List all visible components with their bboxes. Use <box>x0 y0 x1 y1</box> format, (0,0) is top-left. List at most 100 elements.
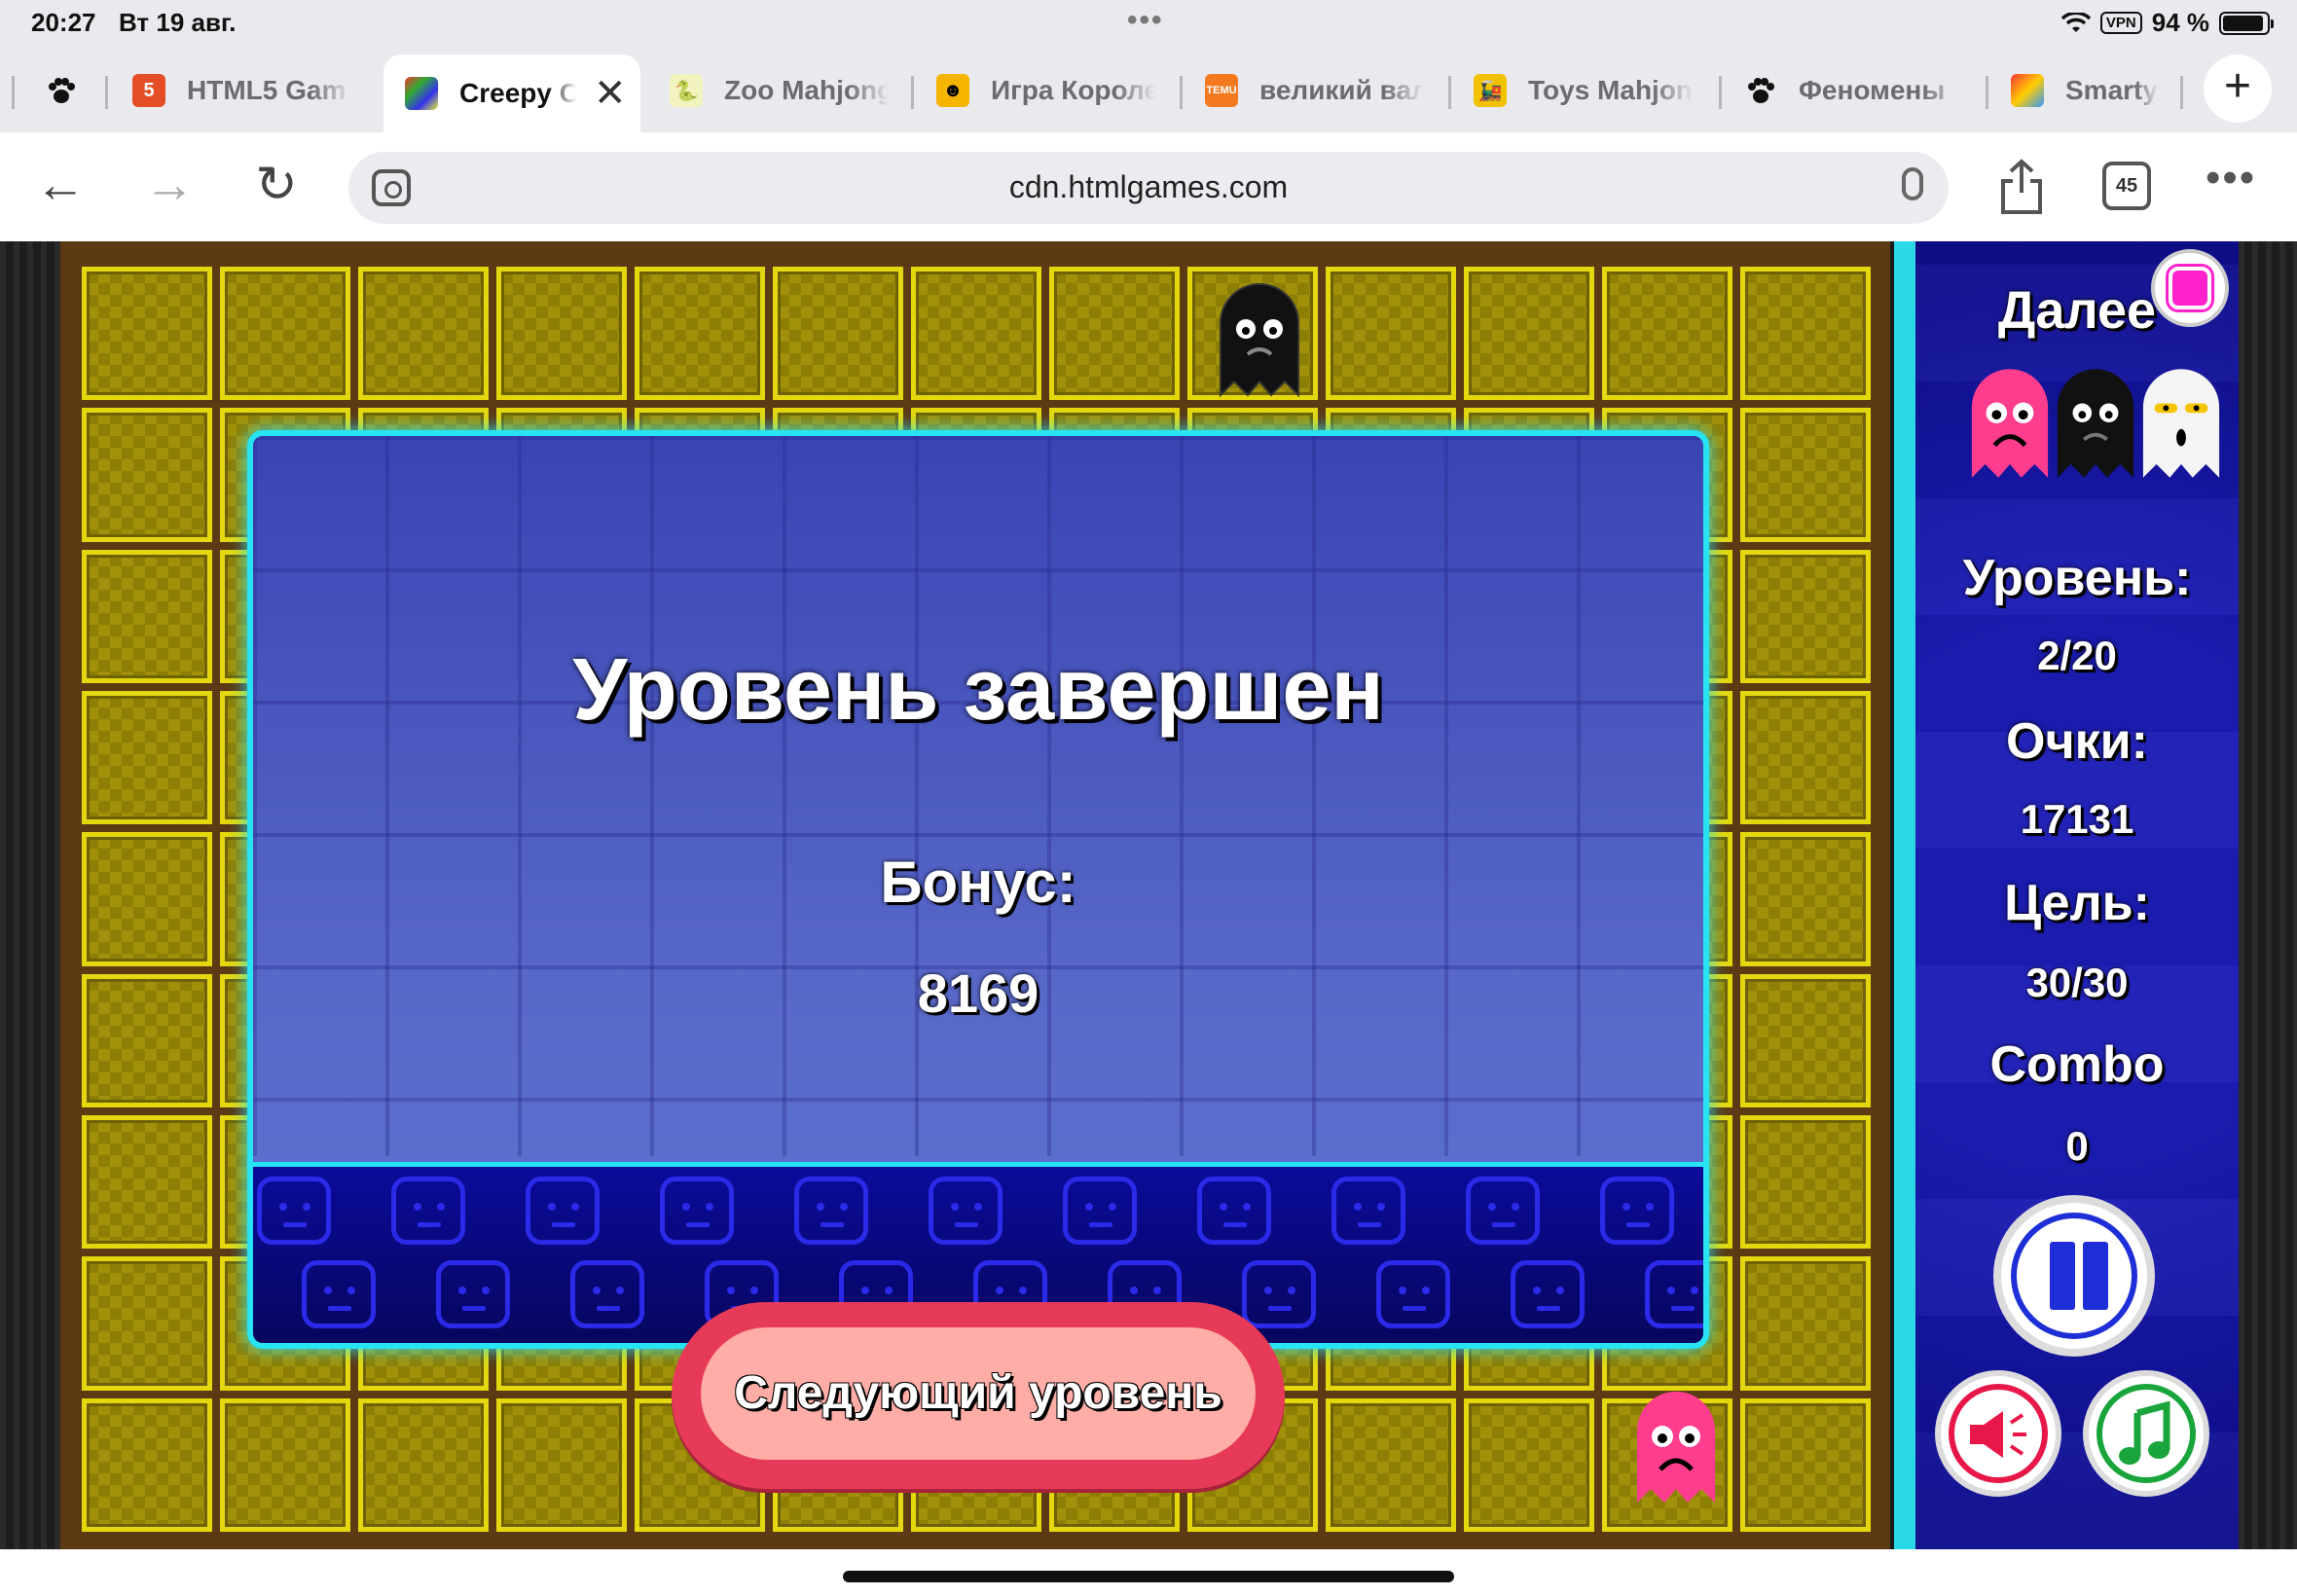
face-tile-icon <box>526 1177 600 1245</box>
tab-separator <box>1986 76 1988 109</box>
tab-phenomena[interactable]: Феномены <box>1744 56 1964 125</box>
tab-separator <box>1719 76 1722 109</box>
board-cell[interactable] <box>82 1114 212 1250</box>
board-cell[interactable] <box>911 267 1041 401</box>
board-cell[interactable] <box>82 1397 212 1532</box>
board-cell[interactable] <box>1740 973 1871 1107</box>
tab-title: HTML5 Gam <box>187 75 346 105</box>
board-divider <box>1894 241 1915 1549</box>
tab-count-button[interactable]: 45 <box>2102 162 2151 210</box>
address-bar[interactable]: cdn.htmlgames.com <box>348 152 1949 224</box>
back-arrow-icon[interactable]: ← <box>31 158 90 216</box>
battery-percent: 94 % <box>2151 8 2209 37</box>
tab-title: Игра Короле <box>991 75 1156 105</box>
face-tile-icon <box>257 1177 331 1245</box>
board-cell[interactable] <box>1464 1397 1594 1532</box>
face-tile-icon <box>794 1177 868 1245</box>
board-cell[interactable] <box>1740 408 1871 542</box>
game-favicon <box>405 77 438 110</box>
tab-separator <box>1180 76 1183 109</box>
navigation-bar: ← → ↻ cdn.htmlgames.com 45 ••• <box>0 132 2297 241</box>
tab-title: Zoo Mahjong <box>724 75 890 105</box>
face-tile-icon <box>1511 1260 1585 1328</box>
tab-separator <box>911 76 914 109</box>
tab-temu[interactable]: TEMU великий вал <box>1205 56 1425 125</box>
more-menu-icon[interactable]: ••• <box>2206 154 2256 202</box>
vpn-badge: VPN <box>2099 12 2142 34</box>
new-tab-button[interactable]: + <box>2204 54 2272 123</box>
board-cell[interactable] <box>496 1397 627 1532</box>
tab-title: великий вал <box>1259 75 1425 105</box>
board-cell[interactable] <box>82 973 212 1107</box>
board-cell[interactable] <box>1740 690 1871 825</box>
board-cell[interactable] <box>1326 1397 1456 1532</box>
wood-border-left <box>0 241 60 1549</box>
board-cell[interactable] <box>773 267 903 401</box>
board-cell[interactable] <box>1740 549 1871 683</box>
tab-paw[interactable] <box>45 56 99 125</box>
pink-sad-ghost-icon[interactable] <box>1633 1388 1719 1506</box>
face-tile-icon <box>929 1177 1003 1245</box>
tab-smarty[interactable]: Smarty <box>2011 56 2167 125</box>
speaker-icon <box>1970 1411 2026 1458</box>
microphone-icon[interactable] <box>1902 167 1923 200</box>
music-button[interactable] <box>2083 1370 2209 1497</box>
board-cell[interactable] <box>1464 267 1594 401</box>
board-cell[interactable] <box>82 832 212 966</box>
pause-button[interactable] <box>1993 1195 2155 1357</box>
tab-creepy-active[interactable]: Creepy C ✕ <box>383 54 640 132</box>
paw-icon <box>49 78 75 103</box>
board-cell[interactable] <box>358 267 489 401</box>
frog-favicon: ☻ <box>936 74 969 107</box>
forward-arrow-icon[interactable]: → <box>140 158 199 216</box>
face-tile-icon <box>1063 1177 1137 1245</box>
tab-html5-games[interactable]: 5 HTML5 Gam <box>132 56 352 125</box>
next-level-button[interactable]: Следующий уровень <box>672 1302 1285 1489</box>
tab-zoo-mahjong[interactable]: 🐍 Zoo Mahjong <box>670 56 890 125</box>
board-cell[interactable] <box>1740 1114 1871 1250</box>
face-tile-icon <box>660 1177 734 1245</box>
board-cell[interactable] <box>496 267 627 401</box>
board-cell[interactable] <box>635 267 765 401</box>
board-cell[interactable] <box>1602 267 1732 401</box>
board-cell[interactable] <box>82 267 212 401</box>
black-ghost-icon[interactable] <box>1217 280 1302 399</box>
music-note-icon <box>2119 1401 2170 1465</box>
face-tile-icon <box>1600 1177 1674 1245</box>
multitask-dots-icon[interactable]: ••• <box>1127 4 1164 37</box>
board-cell[interactable] <box>1740 267 1871 401</box>
face-tile-icon <box>302 1260 376 1328</box>
board-cell[interactable] <box>82 408 212 542</box>
share-icon[interactable] <box>1997 158 2046 216</box>
level-label: Уровень: <box>1962 550 2192 606</box>
tab-king-game[interactable]: ☻ Игра Короле <box>936 56 1156 125</box>
board-cell[interactable] <box>1740 832 1871 966</box>
dialog-title: Уровень завершен <box>572 641 1384 739</box>
board-cell[interactable] <box>358 1397 489 1532</box>
close-tab-icon[interactable]: ✕ <box>594 71 627 116</box>
board-cell[interactable] <box>1740 1397 1871 1532</box>
board-cell[interactable] <box>1049 267 1180 401</box>
url-text: cdn.htmlgames.com <box>1008 169 1289 204</box>
sound-button[interactable] <box>1935 1370 2061 1497</box>
tab-toys-mahjong[interactable]: 🚂 Toys Mahjong <box>1474 56 1694 125</box>
fullscreen-button[interactable] <box>2151 249 2229 327</box>
bonus-value: 8169 <box>917 962 1039 1024</box>
goal-value: 30/30 <box>2025 960 2129 1005</box>
board-cell[interactable] <box>220 1397 350 1532</box>
tab-title: Creepy C <box>459 78 576 108</box>
reload-icon[interactable]: ↻ <box>247 158 306 216</box>
board-cell[interactable] <box>1740 1256 1871 1391</box>
tab-separator <box>105 76 108 109</box>
game-canvas[interactable]: Далее Уровень: 2/20 Очки: 17131 Цель: 30… <box>0 241 2297 1549</box>
board-cell[interactable] <box>82 690 212 825</box>
board-cell[interactable] <box>1326 267 1456 401</box>
board-cell[interactable] <box>82 1256 212 1391</box>
pause-icon <box>2050 1242 2075 1310</box>
board-cell[interactable] <box>82 549 212 683</box>
board-cell[interactable] <box>220 267 350 401</box>
goal-label: Цель: <box>2004 875 2150 931</box>
tab-title: Toys Mahjong <box>1528 75 1694 105</box>
face-tile-icon <box>391 1177 465 1245</box>
smarty-favicon <box>2011 74 2044 107</box>
